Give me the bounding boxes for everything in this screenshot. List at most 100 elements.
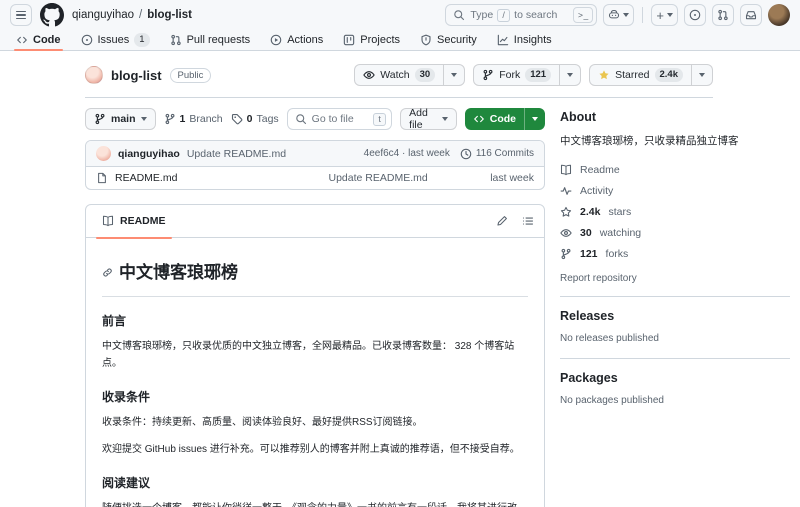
tab-label: Security — [437, 33, 477, 46]
file-commit-message[interactable]: Update README.md — [273, 172, 483, 184]
commit-history-link[interactable]: 116 Commits — [460, 148, 534, 160]
tab-label: Insights — [513, 33, 552, 46]
star-count: 2.4k — [654, 68, 683, 82]
tab-insights[interactable]: Insights — [489, 29, 560, 50]
breadcrumb-repo[interactable]: blog-list — [147, 9, 192, 21]
packages-title[interactable]: Packages — [560, 371, 790, 385]
git-branch-icon — [94, 113, 106, 125]
tab-actions[interactable]: Actions — [262, 29, 331, 50]
readme-tab-label: README — [120, 215, 166, 227]
issue-opened-icon — [81, 34, 93, 46]
link-anchor-icon[interactable] — [102, 267, 113, 278]
copilot-button[interactable] — [603, 4, 635, 26]
fork-dropdown[interactable] — [559, 65, 580, 85]
tab-pull-requests[interactable]: Pull requests — [162, 29, 259, 50]
create-new-button[interactable]: + — [651, 4, 678, 26]
star-button[interactable]: Starred 2.4k — [589, 64, 713, 86]
readme-title: 中文博客琅琊榜 — [102, 252, 528, 297]
tags-count: 0 — [246, 113, 253, 125]
tab-issues[interactable]: Issues 1 — [73, 29, 158, 50]
current-branch: main — [111, 113, 136, 125]
commit-time: last week — [408, 148, 450, 159]
repo-avatar[interactable] — [85, 66, 103, 84]
star-dropdown[interactable] — [691, 65, 712, 85]
readme-tab[interactable]: README — [96, 205, 172, 239]
tab-label: Pull requests — [186, 33, 251, 46]
watch-dropdown[interactable] — [443, 65, 464, 85]
code-icon — [473, 113, 485, 125]
chevron-down-icon — [441, 117, 448, 121]
code-button-label: Code — [489, 113, 516, 125]
file-name[interactable]: README.md — [115, 172, 177, 184]
go-to-file-placeholder: Go to file — [311, 113, 354, 125]
sidebar-item-readme[interactable]: Readme — [560, 160, 790, 181]
global-search-input[interactable]: Type / to search >_ — [445, 4, 598, 26]
repo-name[interactable]: blog-list — [111, 68, 162, 83]
github-logo-icon[interactable] — [40, 3, 64, 27]
project-icon — [343, 34, 355, 46]
sidebar-item-label: watching — [599, 226, 642, 239]
notifications-button[interactable] — [740, 4, 762, 26]
sidebar-item-label: Activity — [580, 184, 614, 197]
search-icon — [453, 9, 465, 21]
branch-selector-button[interactable]: main — [85, 108, 156, 130]
latest-commit-bar: qianguyihao Update README.md 4eef6c4 · l… — [86, 141, 544, 167]
git-pull-request-icon — [717, 9, 729, 21]
commit-author[interactable]: qianguyihao — [118, 148, 180, 160]
fork-label: Fork — [499, 69, 521, 81]
breadcrumb-owner[interactable]: qianguyihao — [72, 9, 134, 21]
readme-title-text: 中文博客琅琊榜 — [119, 263, 238, 282]
search-placeholder-prefix: Type — [470, 9, 494, 21]
add-file-button[interactable]: Add file — [400, 107, 457, 131]
user-avatar[interactable] — [768, 4, 790, 26]
fork-icon — [482, 69, 494, 81]
tab-label: Projects — [360, 33, 401, 46]
commit-message[interactable]: Update README.md — [187, 148, 286, 160]
heading-advice: 阅读建议 — [102, 475, 151, 490]
sidebar-divider — [560, 295, 790, 297]
commit-hash[interactable]: 4eef6c4 — [364, 148, 400, 159]
paragraph: 欢迎提交 GitHub issues 进行补充。可以推荐别人的博客并附上真诚的推… — [102, 444, 520, 456]
sidebar-item-activity[interactable]: Activity — [560, 181, 790, 202]
fork-icon — [560, 248, 572, 260]
tab-code[interactable]: Code — [8, 29, 69, 51]
outline-list-icon[interactable] — [522, 215, 534, 227]
git-pull-request-icon — [170, 34, 182, 46]
sidebar-item-forks[interactable]: 121 forks — [560, 244, 790, 265]
tab-projects[interactable]: Projects — [335, 29, 408, 50]
sidebar-item-stars[interactable]: 2.4k stars — [560, 202, 790, 223]
paragraph: 随便挑选一个博客，都能让你徜徉一整天。《观念的力量》一书的前言有一段话，我将其进… — [102, 500, 528, 507]
commit-meta[interactable]: 4eef6c4 · last week — [364, 148, 450, 159]
report-repository-link[interactable]: Report repository — [560, 273, 790, 284]
issues-dashboard-button[interactable] — [684, 4, 706, 26]
go-to-file-input[interactable]: Go to file t — [286, 108, 393, 130]
sidebar-item-watching[interactable]: 30 watching — [560, 223, 790, 244]
edit-pencil-icon[interactable] — [496, 215, 508, 227]
tags-link[interactable]: 0 Tags — [231, 113, 279, 125]
hamburger-menu-button[interactable] — [10, 4, 32, 26]
watch-button[interactable]: Watch 30 — [354, 64, 466, 86]
heading-criteria: 收录条件 — [102, 389, 151, 404]
chevron-down-icon — [532, 117, 538, 121]
repo-sidebar: About 中文博客琅琊榜，只收录精品独立博客 Readme Activity — [560, 98, 790, 420]
fork-button[interactable]: Fork 121 — [473, 64, 582, 86]
history-clock-icon — [460, 148, 472, 160]
readme-card: README 中文博客琅琊榜 前言 中文博客琅琊榜，只收录优质的中文独立博客，全… — [85, 204, 545, 507]
pull-requests-dashboard-button[interactable] — [712, 4, 734, 26]
commit-author-avatar[interactable] — [96, 146, 111, 161]
command-palette-icon[interactable]: >_ — [573, 7, 594, 23]
branches-link[interactable]: 1 Branch — [164, 113, 223, 125]
code-download-button[interactable]: Code — [464, 108, 545, 130]
releases-title[interactable]: Releases — [560, 309, 790, 323]
code-toolbar: main 1 Branch 0 Tags Go to file t Add fi… — [85, 107, 545, 131]
file-row[interactable]: README.md Update README.md last week — [86, 167, 544, 189]
tab-security[interactable]: Security — [412, 29, 485, 50]
repo-nav: Code Issues 1 Pull requests Actions Proj… — [0, 28, 800, 51]
sidebar-item-label: stars — [608, 205, 632, 218]
code-dropdown[interactable] — [524, 108, 545, 130]
star-icon — [560, 206, 572, 218]
eye-icon — [560, 227, 572, 239]
search-placeholder-suffix: to search — [514, 9, 558, 21]
t-key-hint: t — [373, 112, 387, 126]
chevron-down-icon — [699, 73, 705, 77]
